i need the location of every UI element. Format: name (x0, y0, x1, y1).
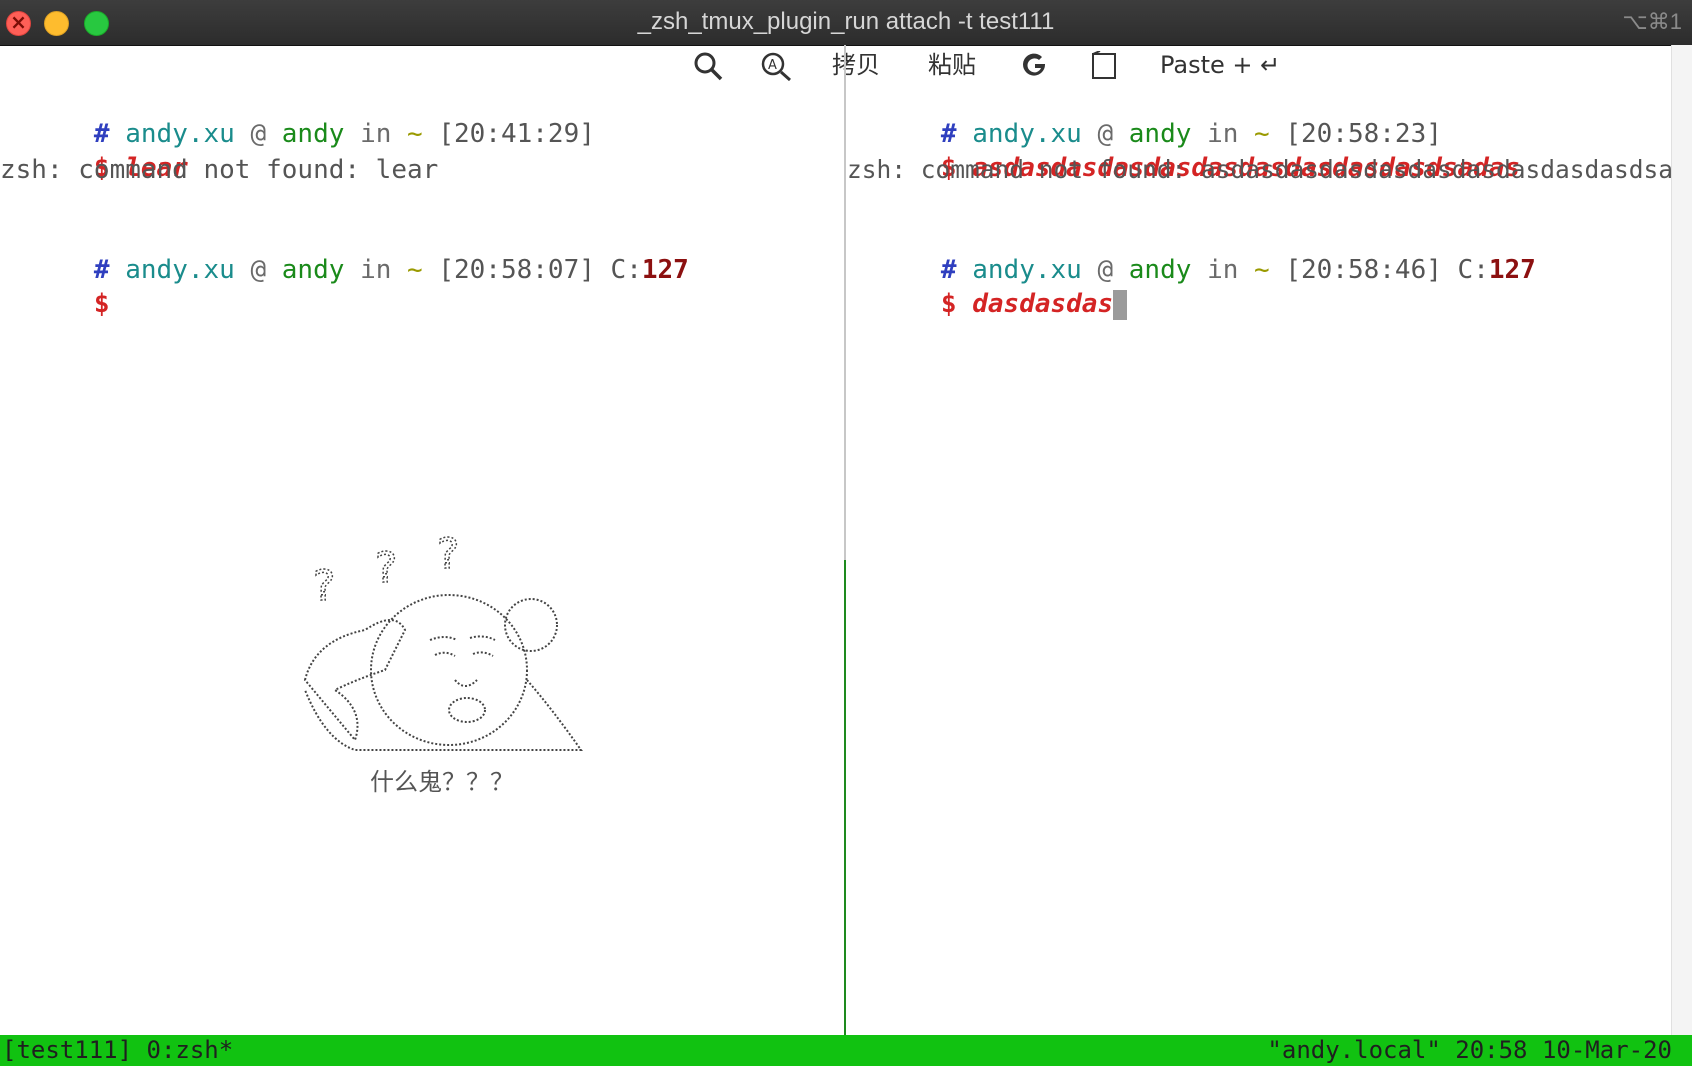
command-input[interactable]: dasdasdas (972, 289, 1113, 319)
command-line: $ asdasdasdasdasdasdasdasdasdasdsadas (847, 120, 1520, 183)
prompt-dir: ~ (1254, 255, 1270, 285)
exit-code-label: C: (610, 255, 642, 285)
exit-code: 127 (1488, 255, 1536, 285)
prompt-at: @ (250, 119, 267, 149)
prompt-at: @ (250, 255, 267, 285)
svg-text:?: ? (437, 530, 459, 578)
prompt-host: andy (281, 119, 345, 149)
command-line: $ lear (0, 120, 188, 183)
prompt-time: [20:41:29] (438, 119, 595, 149)
terminal-cursor (1113, 289, 1128, 320)
paste-enter-button[interactable]: Paste + ↵ (1160, 45, 1280, 85)
sticker-caption: 什么鬼？？？ (370, 768, 514, 796)
window-shortcut: ⌥⌘1 (1622, 9, 1682, 34)
note-icon[interactable] (1090, 45, 1118, 85)
copy-button[interactable]: 拷贝 (832, 45, 880, 85)
command-line: $ (0, 256, 110, 319)
command-output: zsh: command not found: lear (0, 155, 439, 185)
prompt-host: andy (281, 255, 345, 285)
prompt-line: # andy.xu @ andy in ~ [20:58:46] C:127 (847, 222, 1536, 285)
svg-text:?: ? (313, 561, 335, 610)
prompt-dollar: $ (940, 289, 957, 319)
svg-text:?: ? (375, 543, 397, 592)
tmux-status-bar: [test111] 0:zsh* "andy.local" 20:58 10-M… (0, 1035, 1692, 1066)
host-clock: "andy.local" 20:58 10-Mar-20 (1267, 1036, 1672, 1064)
active-pane-border (844, 560, 846, 1035)
exit-code: 127 (641, 255, 689, 285)
svg-text:A: A (768, 58, 777, 73)
session-window-list[interactable]: [test111] 0:zsh* (2, 1035, 233, 1066)
prompt-user: andy.xu (125, 255, 235, 285)
scrollbar-track[interactable] (1671, 45, 1692, 1035)
prompt-dir: ~ (407, 119, 423, 149)
prompt-line: # andy.xu @ andy in ~ [20:58:07] C:127 (0, 222, 689, 285)
prompt-in: in (360, 255, 392, 285)
title-bar: _zsh_tmux_plugin_run attach -t test111 ⌥… (0, 0, 1692, 46)
confused-panda-sticker: ? ? ? (303, 530, 583, 751)
touch-toolbar: A 拷贝 粘贴 Paste + ↵ (0, 45, 1692, 85)
search-icon[interactable] (693, 45, 723, 85)
prompt-in: in (1207, 255, 1239, 285)
exit-code-label: C: (1457, 255, 1489, 285)
window-title: _zsh_tmux_plugin_run attach -t test111 (637, 8, 1055, 35)
prompt-time: [20:58:07] (438, 255, 595, 285)
prompt-dir: ~ (407, 255, 423, 285)
prompt-line: # andy.xu @ andy in ~ [20:58:23] (847, 86, 1442, 149)
search-text-icon[interactable]: A (760, 45, 792, 85)
prompt-host: andy (1128, 255, 1192, 285)
command-output: zsh: command not found: asdasdasdasdasda… (847, 155, 1692, 184)
right-pane[interactable]: # andy.xu @ andy in ~ [20:58:23] $ asdas… (847, 85, 1692, 1035)
prompt-time: [20:58:46] (1285, 255, 1442, 285)
terminal-window: _zsh_tmux_plugin_run attach -t test111 ⌥… (0, 0, 1692, 1066)
paste-button[interactable]: 粘贴 (928, 45, 976, 85)
prompt-dollar: $ (93, 289, 110, 319)
google-icon[interactable] (1020, 45, 1050, 85)
prompt-line: # andy.xu @ andy in ~ [20:41:29] (0, 86, 595, 149)
prompt-in: in (360, 119, 392, 149)
command-line[interactable]: $ dasdasdas (847, 256, 1128, 320)
